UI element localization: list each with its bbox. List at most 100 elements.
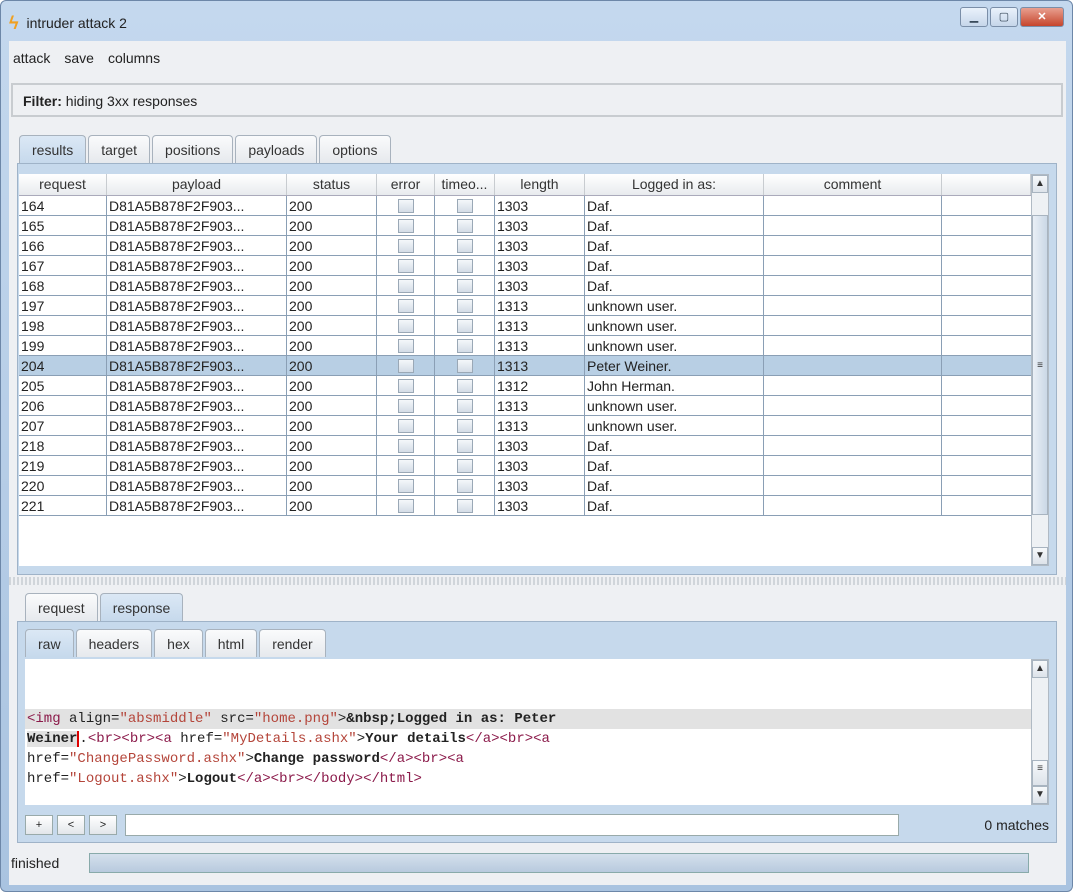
error-checkbox[interactable] [397, 259, 414, 273]
checkbox-cell[interactable] [435, 216, 495, 235]
checkbox-cell[interactable] [377, 356, 435, 375]
filter-bar[interactable]: Filter: hiding 3xx responses [11, 83, 1063, 117]
timeout-checkbox[interactable] [456, 419, 473, 433]
tab-payloads[interactable]: payloads [235, 135, 318, 163]
scroll-up-button[interactable]: ▲ [1032, 175, 1048, 193]
tab-hex[interactable]: hex [154, 629, 203, 657]
menu-save[interactable]: save [64, 50, 94, 66]
error-checkbox[interactable] [397, 299, 414, 313]
tab-html[interactable]: html [204, 629, 258, 657]
table-row[interactable]: 198 D81A5B878F2F903... 200 1313 unknown user… [19, 316, 1031, 336]
error-checkbox[interactable] [397, 339, 414, 353]
tab-response[interactable]: response [99, 593, 184, 621]
tab-target[interactable]: target [88, 135, 151, 163]
table-row[interactable]: 220 D81A5B878F2F903... 200 1303 Daf. [19, 476, 1031, 496]
checkbox-cell[interactable] [435, 396, 495, 415]
timeout-checkbox[interactable] [456, 239, 473, 253]
checkbox-cell[interactable] [377, 196, 435, 215]
menu-attack[interactable]: attack [13, 50, 50, 66]
column-header[interactable]: Logged in as: [585, 174, 764, 195]
column-header[interactable]: request [19, 174, 107, 195]
checkbox-cell[interactable] [435, 456, 495, 475]
timeout-checkbox[interactable] [456, 499, 473, 513]
timeout-checkbox[interactable] [456, 379, 473, 393]
checkbox-cell[interactable] [377, 336, 435, 355]
next-button[interactable]: > [89, 815, 117, 835]
table-row[interactable]: 221 D81A5B878F2F903... 200 1303 Daf. [19, 496, 1031, 516]
checkbox-cell[interactable] [377, 396, 435, 415]
checkbox-cell[interactable] [435, 416, 495, 435]
error-checkbox[interactable] [397, 419, 414, 433]
error-checkbox[interactable] [397, 479, 414, 493]
checkbox-cell[interactable] [377, 496, 435, 515]
checkbox-cell[interactable] [377, 416, 435, 435]
checkbox-cell[interactable] [435, 276, 495, 295]
checkbox-cell[interactable] [377, 316, 435, 335]
error-checkbox[interactable] [397, 439, 414, 453]
checkbox-cell[interactable] [435, 436, 495, 455]
column-header[interactable]: error [377, 174, 435, 195]
error-checkbox[interactable] [397, 379, 414, 393]
tab-results[interactable]: results [19, 135, 87, 163]
search-input[interactable] [125, 814, 899, 836]
checkbox-cell[interactable] [435, 296, 495, 315]
timeout-checkbox[interactable] [456, 279, 473, 293]
timeout-checkbox[interactable] [456, 479, 473, 493]
table-scrollbar[interactable]: ▲ ≡ ▼ [1031, 174, 1049, 566]
timeout-checkbox[interactable] [456, 339, 473, 353]
timeout-checkbox[interactable] [456, 299, 473, 313]
error-checkbox[interactable] [397, 199, 414, 213]
scroll-thumb[interactable]: ≡ [1032, 215, 1048, 515]
timeout-checkbox[interactable] [456, 259, 473, 273]
column-header[interactable]: comment [764, 174, 942, 195]
close-button[interactable]: ✕ [1020, 7, 1064, 27]
checkbox-cell[interactable] [435, 376, 495, 395]
timeout-checkbox[interactable] [456, 399, 473, 413]
checkbox-cell[interactable] [377, 476, 435, 495]
checkbox-cell[interactable] [435, 356, 495, 375]
checkbox-cell[interactable] [377, 296, 435, 315]
timeout-checkbox[interactable] [456, 219, 473, 233]
tab-positions[interactable]: positions [152, 135, 234, 163]
error-checkbox[interactable] [397, 219, 414, 233]
scroll-down-button[interactable]: ▼ [1032, 786, 1048, 804]
error-checkbox[interactable] [397, 279, 414, 293]
checkbox-cell[interactable] [377, 376, 435, 395]
column-header[interactable]: length [495, 174, 585, 195]
timeout-checkbox[interactable] [456, 319, 473, 333]
table-row[interactable]: 219 D81A5B878F2F903... 200 1303 Daf. [19, 456, 1031, 476]
checkbox-cell[interactable] [377, 216, 435, 235]
table-row[interactable]: 207 D81A5B878F2F903... 200 1313 unknown user… [19, 416, 1031, 436]
checkbox-cell[interactable] [435, 336, 495, 355]
table-row[interactable]: 206 D81A5B878F2F903... 200 1313 unknown user… [19, 396, 1031, 416]
table-row[interactable]: 204 D81A5B878F2F903... 200 1313 Peter Weiner… [19, 356, 1031, 376]
scroll-down-button[interactable]: ▼ [1032, 547, 1048, 565]
table-row[interactable]: 167 D81A5B878F2F903... 200 1303 Daf. [19, 256, 1031, 276]
timeout-checkbox[interactable] [456, 199, 473, 213]
tab-render[interactable]: render [259, 629, 326, 657]
timeout-checkbox[interactable] [456, 359, 473, 373]
error-checkbox[interactable] [397, 399, 414, 413]
scroll-up-button[interactable]: ▲ [1032, 660, 1048, 678]
checkbox-cell[interactable] [377, 236, 435, 255]
maximize-button[interactable]: ▢ [990, 7, 1018, 27]
minimize-button[interactable]: ▁ [960, 7, 988, 27]
tab-raw[interactable]: raw [25, 629, 74, 657]
column-header[interactable]: payload [107, 174, 287, 195]
table-row[interactable]: 218 D81A5B878F2F903... 200 1303 Daf. [19, 436, 1031, 456]
error-checkbox[interactable] [397, 499, 414, 513]
column-header[interactable]: status [287, 174, 377, 195]
splitter[interactable] [9, 577, 1066, 585]
menu-columns[interactable]: columns [108, 50, 160, 66]
checkbox-cell[interactable] [435, 476, 495, 495]
response-scrollbar[interactable]: ▲ ≡ ▼ [1031, 659, 1049, 805]
scroll-thumb[interactable]: ≡ [1032, 760, 1048, 786]
checkbox-cell[interactable] [435, 256, 495, 275]
table-row[interactable]: 197 D81A5B878F2F903... 200 1313 unknown user… [19, 296, 1031, 316]
checkbox-cell[interactable] [435, 196, 495, 215]
timeout-checkbox[interactable] [456, 439, 473, 453]
checkbox-cell[interactable] [435, 496, 495, 515]
tab-headers[interactable]: headers [75, 629, 153, 657]
table-row[interactable]: 168 D81A5B878F2F903... 200 1303 Daf. [19, 276, 1031, 296]
error-checkbox[interactable] [397, 359, 414, 373]
